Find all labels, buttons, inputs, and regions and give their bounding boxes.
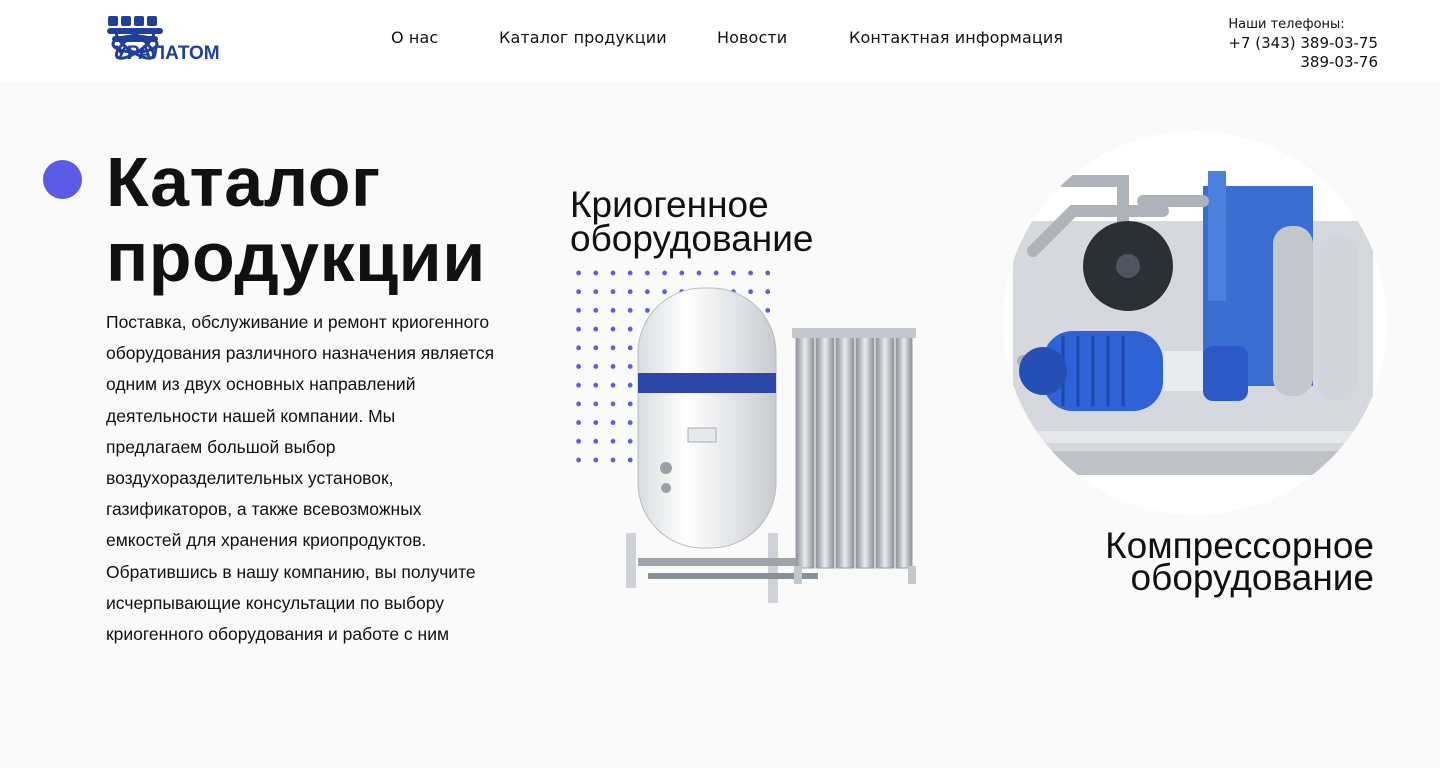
page-title-line-1: Каталог — [106, 143, 381, 221]
compressor-unit-icon — [1003, 131, 1387, 515]
category-compressor-title[interactable]: Компрессорное оборудование — [1105, 527, 1374, 596]
phones-label: Наши телефоны: — [1228, 17, 1345, 32]
category-cryogenic-line-2: оборудование — [570, 218, 814, 259]
page-title-line-2: продукции — [106, 218, 486, 296]
site-header: УРАЛАТОМ О нас Каталог продукции Новости… — [0, 0, 1440, 82]
main-nav: О нас Каталог продукции Новости Контактн… — [0, 28, 1440, 52]
nav-link-news[interactable]: Новости — [717, 28, 787, 47]
accent-dot — [43, 160, 82, 199]
compressor-image-circle[interactable] — [1003, 131, 1387, 515]
nav-link-catalog[interactable]: Каталог продукции — [499, 28, 667, 47]
phone-number-1[interactable]: +7 (343) 389-03-75 — [1228, 34, 1378, 53]
nav-link-contacts[interactable]: Контактная информация — [849, 28, 1063, 47]
page-title: Каталог продукции — [106, 145, 486, 295]
nav-link-about[interactable]: О нас — [391, 28, 438, 47]
category-compressor-line-2: оборудование — [1130, 557, 1374, 598]
cryogenic-tank-icon[interactable] — [618, 278, 928, 608]
category-cryogenic-title[interactable]: Криогенное оборудование — [570, 186, 814, 259]
phone-number-2[interactable]: 389-03-76 — [1228, 53, 1378, 72]
catalog-description: Поставка, обслуживание и ремонт криогенн… — [106, 312, 495, 645]
header-phones: Наши телефоны: +7 (343) 389-03-75 389-03… — [1228, 15, 1378, 72]
